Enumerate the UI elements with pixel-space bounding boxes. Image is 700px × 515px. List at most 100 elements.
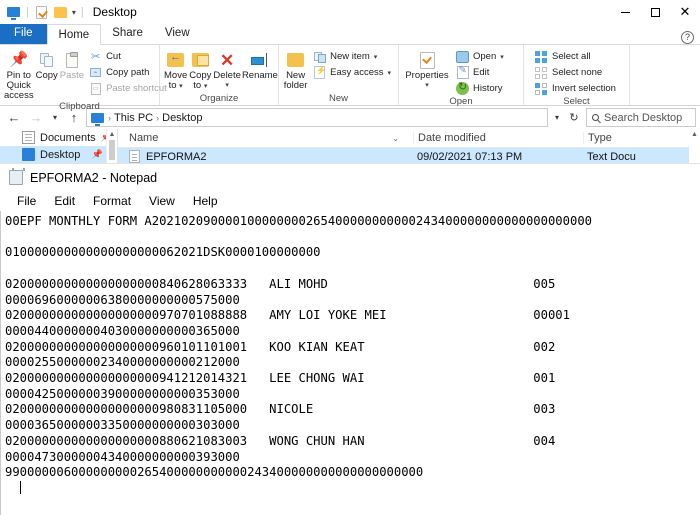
copy-button[interactable]: Copy <box>36 47 58 81</box>
refresh-icon[interactable]: ↻ <box>564 108 584 128</box>
edit-icon <box>456 66 469 79</box>
open-button[interactable]: Open ▾ <box>453 49 507 64</box>
desktop-icon <box>22 148 35 161</box>
open-caret-icon[interactable]: ▾ <box>500 53 504 61</box>
new-folder-label-2: folder <box>284 81 308 91</box>
navpane-scrollbar[interactable]: ▲ <box>106 129 117 163</box>
delete-caret-icon[interactable]: ▾ <box>225 81 229 91</box>
menu-help[interactable]: Help <box>184 192 227 211</box>
notepad-window-title: EPFORMA2 - Notepad <box>30 171 157 185</box>
select-none-button[interactable]: Select none <box>532 65 619 80</box>
breadcrumb-item-this-pc[interactable]: This PC <box>114 112 153 124</box>
paste-label: Paste <box>60 71 84 81</box>
file-name-cell: EPFORMA2 <box>118 150 413 163</box>
breadcrumb[interactable]: › This PC › Desktop <box>86 108 548 127</box>
menu-edit[interactable]: Edit <box>45 192 84 211</box>
pin-label-2: access <box>4 91 34 101</box>
copy-path-button[interactable]: ⌁ Copy path <box>86 65 170 80</box>
paste-icon <box>66 49 78 71</box>
invert-selection-label: Invert selection <box>552 83 616 94</box>
notepad-text-area[interactable]: 00EPF MONTHLY FORM A20210209000010000000… <box>0 211 700 515</box>
tab-share[interactable]: Share <box>101 23 154 44</box>
column-header-date-modified[interactable]: Date modified <box>413 132 583 144</box>
pin-to-quick-access-button[interactable]: 📌 Pin to Quick access <box>4 47 34 101</box>
menu-file[interactable]: File <box>8 192 45 211</box>
menu-format[interactable]: Format <box>84 192 140 211</box>
rename-button[interactable]: Rename <box>243 47 277 81</box>
paste-shortcut-icon: ▭ <box>89 82 102 95</box>
history-label: History <box>473 83 503 94</box>
notepad-window: EPFORMA2 - Notepad File Edit Format View… <box>0 163 700 515</box>
invert-selection-button[interactable]: Invert selection <box>532 81 619 96</box>
sidebar-item-desktop[interactable]: Desktop 📌 <box>0 146 117 163</box>
history-button[interactable]: History <box>453 81 507 96</box>
history-dropdown-icon[interactable]: ▾ <box>550 108 564 128</box>
properties-icon <box>420 49 435 71</box>
scroll-up-arrow-icon[interactable]: ▲ <box>689 129 700 140</box>
scissors-icon: ✂ <box>89 50 102 63</box>
menu-view[interactable]: View <box>140 192 184 211</box>
copy-to-button[interactable]: Copy to ▾ <box>189 47 211 92</box>
ribbon-group-clipboard: 📌 Pin to Quick access Copy Paste ✂ Cut <box>0 45 160 105</box>
chevron-down-icon[interactable]: ▾ <box>72 8 76 17</box>
ribbon-group-new: New folder New item ▾ Easy access ▾ <box>279 45 399 105</box>
navigation-pane: Documents 📌 Desktop 📌 Pictures 📌 ▲ <box>0 129 118 163</box>
properties-button[interactable]: Properties ▾ <box>403 47 451 91</box>
file-list-pane: Name ⌄ Date modified Type EPFORMA2 09/02… <box>118 129 700 163</box>
tab-view[interactable]: View <box>154 23 201 44</box>
paste-button[interactable]: Paste <box>60 47 84 81</box>
scrollbar-thumb[interactable] <box>109 140 115 160</box>
minimize-button[interactable] <box>610 0 640 24</box>
select-none-label: Select none <box>552 67 602 78</box>
quick-access-toolbar: | ▾ | <box>6 5 85 20</box>
new-item-button[interactable]: New item ▾ <box>310 49 394 64</box>
select-none-icon <box>535 66 548 79</box>
select-all-button[interactable]: Select all <box>532 49 619 64</box>
copy-path-label: Copy path <box>106 67 149 78</box>
search-input[interactable]: Search Desktop <box>586 108 696 127</box>
window-controls: ✕ <box>610 0 700 24</box>
properties-icon[interactable] <box>34 5 49 20</box>
column-header-type[interactable]: Type <box>583 132 700 144</box>
delete-button[interactable]: ✕ Delete ▾ <box>213 47 240 91</box>
table-row[interactable]: EPFORMA2 09/02/2021 07:13 PM Text Docu <box>118 148 700 163</box>
tab-home[interactable]: Home <box>47 24 102 45</box>
pin-icon[interactable]: 📌 <box>92 149 103 160</box>
new-item-label: New item <box>330 51 370 62</box>
group-label-new: New <box>283 93 394 105</box>
maximize-button[interactable] <box>640 0 670 24</box>
ribbon-tabs: File Home Share View ? <box>0 24 700 45</box>
column-header-name[interactable]: Name ⌄ <box>118 132 413 144</box>
explorer-content: Documents 📌 Desktop 📌 Pictures 📌 ▲ N <box>0 129 700 163</box>
properties-label: Properties <box>405 71 448 81</box>
history-icon <box>456 82 469 95</box>
open-label: Open <box>473 51 496 62</box>
this-pc-icon[interactable] <box>6 5 21 20</box>
ribbon: 📌 Pin to Quick access Copy Paste ✂ Cut <box>0 45 700 106</box>
easy-access-caret-icon[interactable]: ▾ <box>387 69 391 77</box>
search-icon <box>592 114 599 121</box>
file-list-scrollbar[interactable]: ▲ <box>689 129 700 163</box>
scroll-up-arrow-icon[interactable]: ▲ <box>107 129 117 140</box>
invert-selection-icon <box>535 82 548 95</box>
new-folder-button[interactable]: New folder <box>283 47 308 91</box>
new-item-caret-icon[interactable]: ▾ <box>374 53 378 61</box>
tab-file[interactable]: File <box>0 23 47 44</box>
properties-caret-icon[interactable]: ▾ <box>425 81 429 91</box>
ribbon-group-open: Properties ▾ Open ▾ Edit Histo <box>399 45 524 105</box>
new-folder-icon[interactable] <box>53 5 68 20</box>
sidebar-item-documents[interactable]: Documents 📌 <box>0 129 117 146</box>
breadcrumb-item-desktop[interactable]: Desktop <box>162 112 202 124</box>
pin-icon: 📌 <box>9 49 28 71</box>
easy-access-label: Easy access <box>330 67 383 78</box>
close-button[interactable]: ✕ <box>670 0 700 24</box>
move-to-button[interactable]: Move to ▾ <box>164 47 187 92</box>
easy-access-button[interactable]: Easy access ▾ <box>310 65 394 80</box>
text-cursor <box>20 481 21 494</box>
paste-shortcut-button[interactable]: ▭ Paste shortcut <box>86 81 170 96</box>
address-tools: ▾ ↻ <box>550 108 584 128</box>
edit-button[interactable]: Edit <box>453 65 507 80</box>
help-icon[interactable]: ? <box>681 31 694 44</box>
cut-button[interactable]: ✂ Cut <box>86 49 170 64</box>
notepad-title-bar: EPFORMA2 - Notepad <box>0 164 700 191</box>
